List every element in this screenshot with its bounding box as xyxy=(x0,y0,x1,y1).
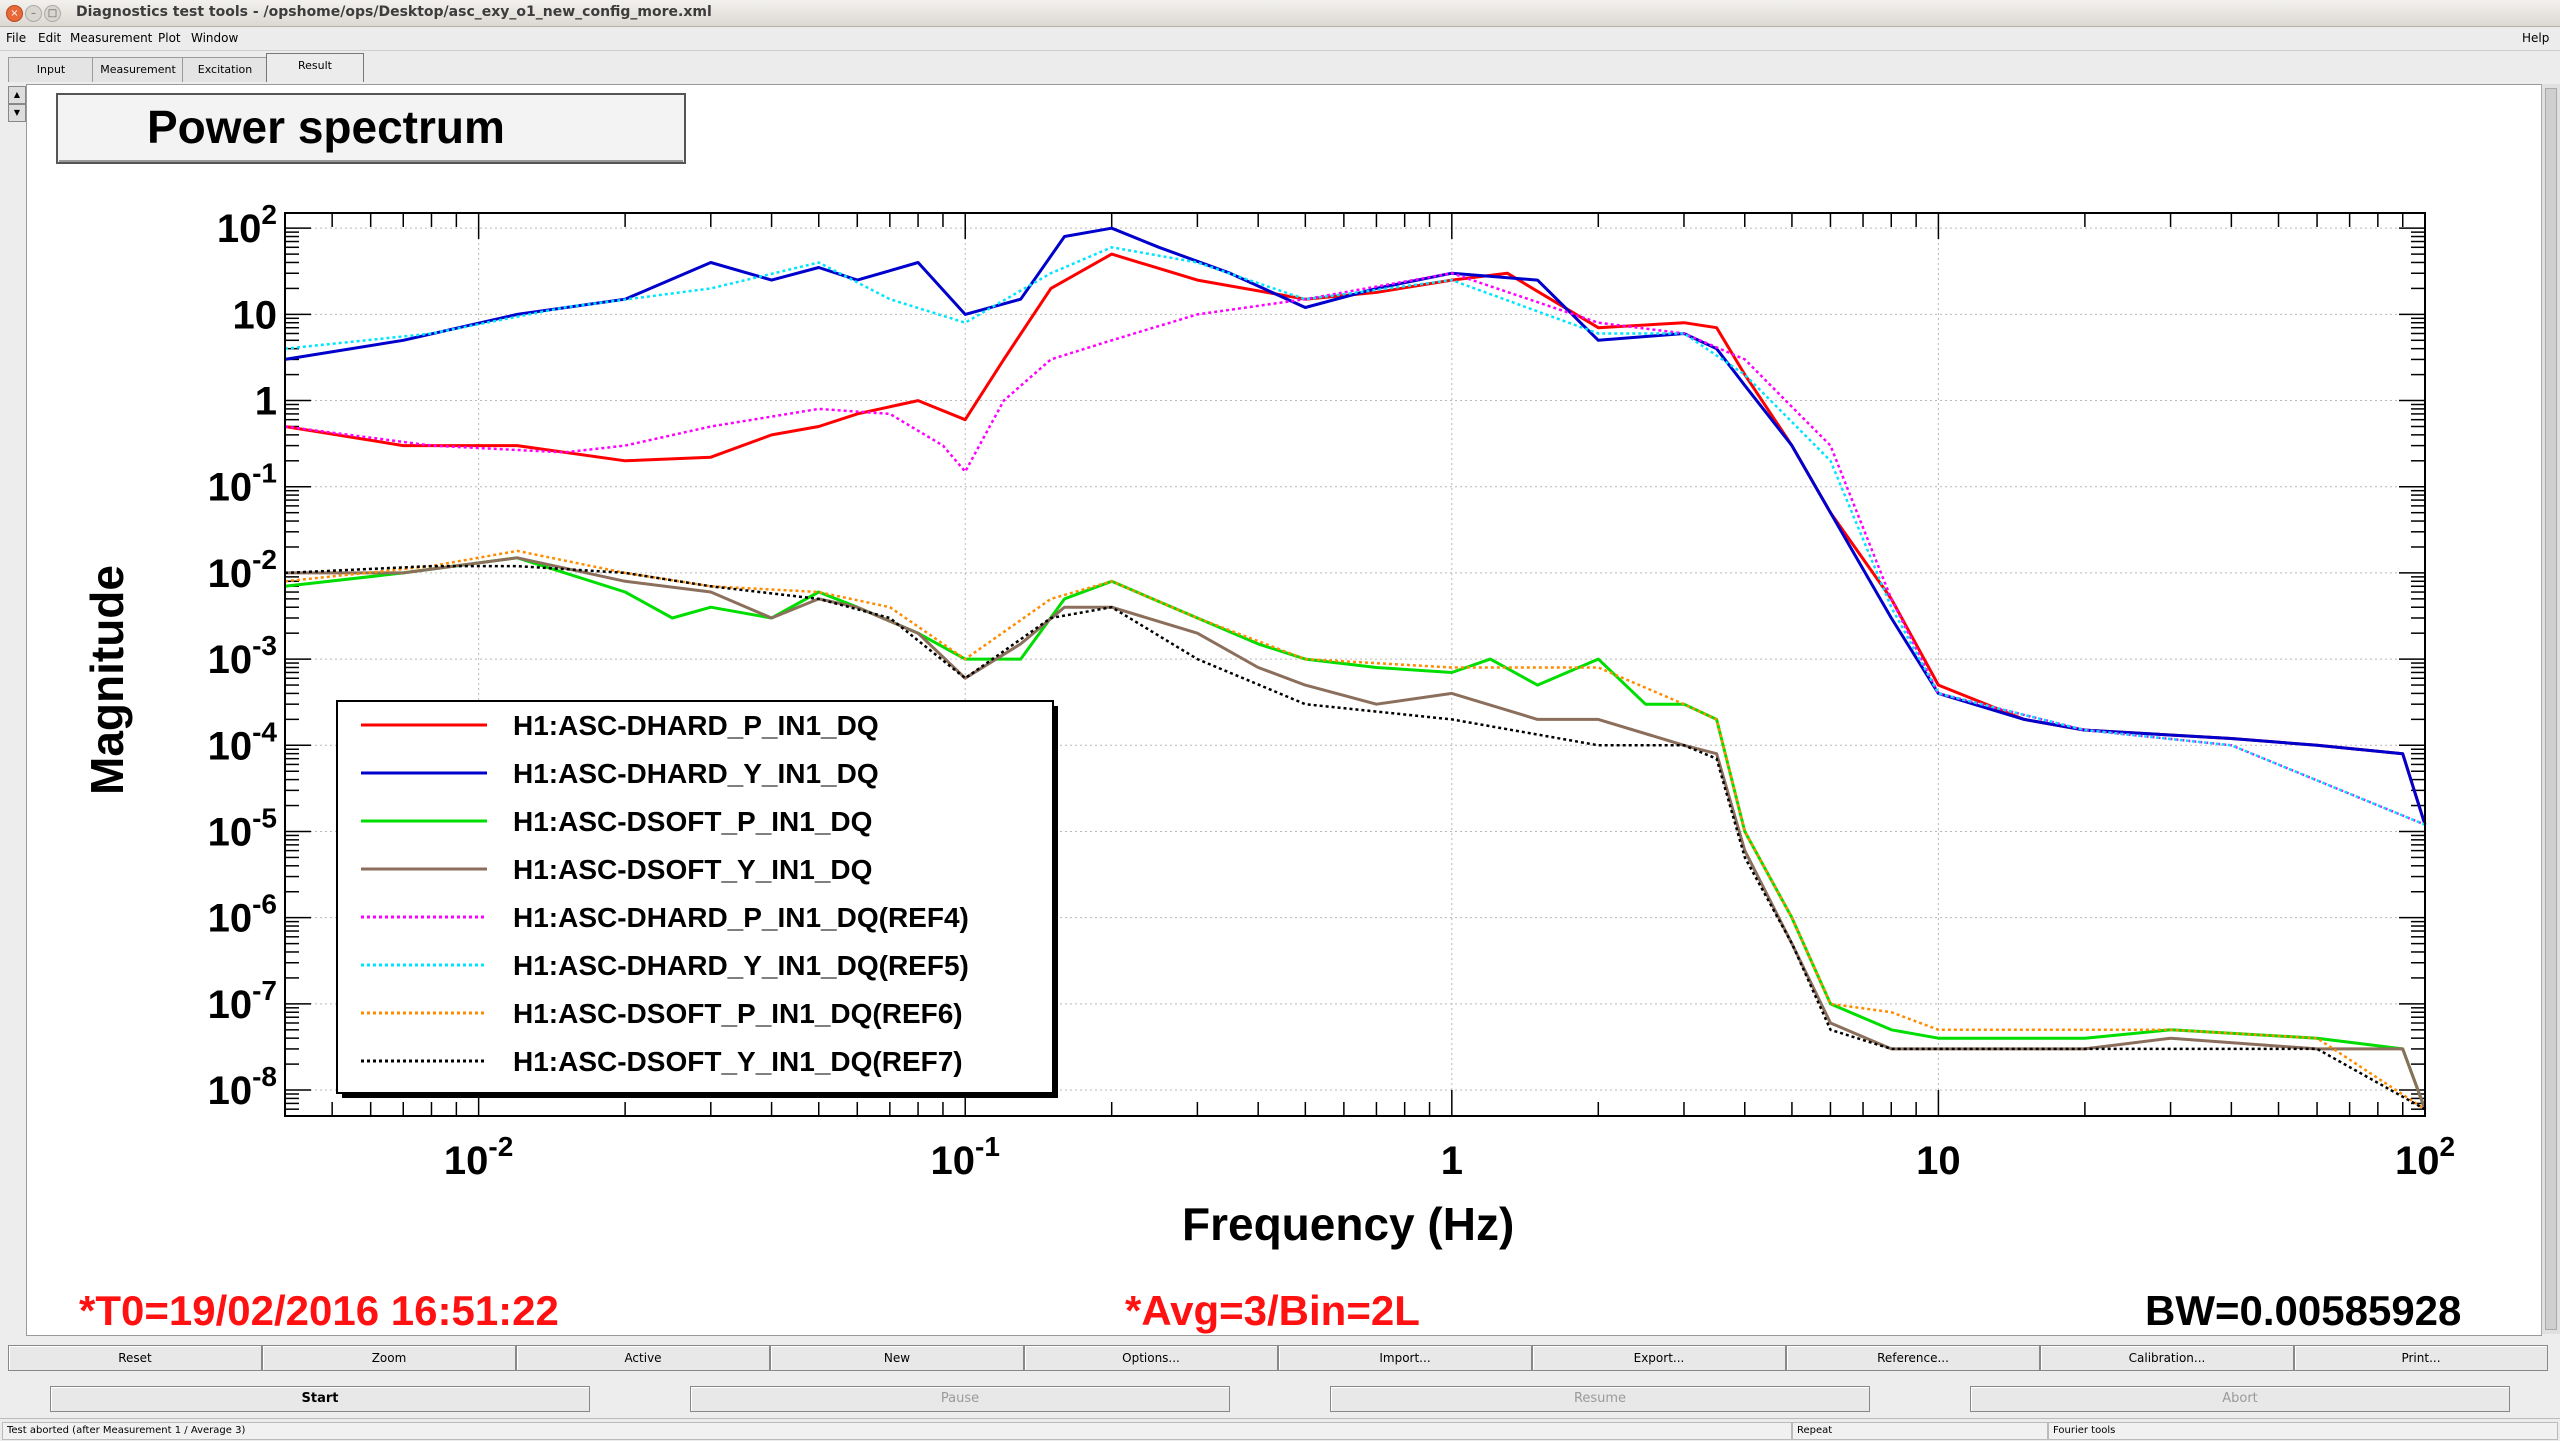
tab-measurement[interactable]: Measurement xyxy=(92,57,184,82)
y-tick-label: 10-8 xyxy=(208,1061,277,1113)
legend-entry: H1:ASC-DSOFT_Y_IN1_DQ(REF7) xyxy=(513,1046,963,1077)
y-tick-label: 10 xyxy=(233,293,278,337)
legend-entry: H1:ASC-DSOFT_P_IN1_DQ(REF6) xyxy=(513,998,963,1029)
tab-bar: Input Measurement Excitation Result xyxy=(0,51,2560,82)
minimize-window-button[interactable]: – xyxy=(25,5,42,22)
legend-entry: H1:ASC-DSOFT_Y_IN1_DQ xyxy=(513,854,872,885)
legend-entry: H1:ASC-DHARD_P_IN1_DQ xyxy=(513,710,879,741)
y-tick-label: 102 xyxy=(217,199,277,251)
start-button[interactable]: Start xyxy=(50,1386,590,1412)
status-bar: Test aborted (after Measurement 1 / Aver… xyxy=(0,1418,2560,1441)
chart-title-box: Power spectrum xyxy=(56,93,686,164)
scroll-down-arrow-icon[interactable]: ▼ xyxy=(8,104,26,122)
calibration-button[interactable]: Calibration... xyxy=(2040,1345,2294,1371)
import-button[interactable]: Import... xyxy=(1278,1345,1532,1371)
new-button[interactable]: New xyxy=(770,1345,1024,1371)
t0-label: *T0=19/02/2016 16:51:22 xyxy=(79,1287,559,1334)
zoom-button[interactable]: Zoom xyxy=(262,1345,516,1371)
close-window-button[interactable]: × xyxy=(6,5,23,22)
menu-edit[interactable]: Edit xyxy=(38,31,61,45)
y-tick-label: 10-3 xyxy=(208,630,277,682)
tab-result[interactable]: Result xyxy=(266,53,364,82)
scroll-up-arrow-icon[interactable]: ▲ xyxy=(8,86,26,104)
tab-excitation[interactable]: Excitation xyxy=(182,57,268,82)
window-titlebar: × – □ Diagnostics test tools - /opshome/… xyxy=(0,0,2560,27)
x-axis-label: Frequency (Hz) xyxy=(1182,1198,1514,1250)
y-tick-label: 10-1 xyxy=(208,458,277,510)
x-tick-label: 10 xyxy=(1916,1139,1961,1183)
pause-button[interactable]: Pause xyxy=(690,1386,1230,1412)
menu-file[interactable]: File xyxy=(6,31,26,45)
abort-button[interactable]: Abort xyxy=(1970,1386,2510,1412)
x-tick-label: 102 xyxy=(2395,1131,2455,1183)
maximize-window-button[interactable]: □ xyxy=(44,5,61,22)
legend: H1:ASC-DHARD_P_IN1_DQ H1:ASC-DHARD_Y_IN1_… xyxy=(336,700,1058,1098)
menu-measurement[interactable]: Measurement xyxy=(70,31,152,45)
menu-bar: File Edit Measurement Plot Window Help xyxy=(0,27,2560,51)
vertical-scrollbar-thumb[interactable] xyxy=(2545,88,2557,1330)
plot-controls: Reset Zoom Active New Options... Import.… xyxy=(8,1345,2558,1371)
reset-button[interactable]: Reset xyxy=(8,1345,262,1371)
status-mode: Repeat xyxy=(1792,1422,2048,1440)
bandwidth-label: BW=0.00585928 xyxy=(2145,1287,2461,1334)
avg-bin-label: *Avg=3/Bin=2L xyxy=(1125,1287,1420,1334)
options-button[interactable]: Options... xyxy=(1024,1345,1278,1371)
measurement-controls: Start Pause Resume Abort xyxy=(0,1386,2560,1414)
legend-entry: H1:ASC-DHARD_Y_IN1_DQ xyxy=(513,758,879,789)
legend-entry: H1:ASC-DHARD_Y_IN1_DQ(REF5) xyxy=(513,950,969,981)
tab-input[interactable]: Input xyxy=(8,57,94,82)
menu-plot[interactable]: Plot xyxy=(158,31,181,45)
y-tick-label: 10-6 xyxy=(208,889,277,941)
print-button[interactable]: Print... xyxy=(2294,1345,2548,1371)
window-title: Diagnostics test tools - /opshome/ops/De… xyxy=(76,4,712,20)
legend-entry: H1:ASC-DSOFT_P_IN1_DQ xyxy=(513,806,872,837)
x-tick-label: 10-1 xyxy=(931,1131,1000,1183)
chart-title: Power spectrum xyxy=(147,101,505,153)
resume-button[interactable]: Resume xyxy=(1330,1386,1870,1412)
y-tick-label: 10-4 xyxy=(208,716,278,768)
y-tick-label: 1 xyxy=(255,380,277,424)
y-axis-label: Magnitude xyxy=(81,565,133,795)
legend-entry: H1:ASC-DHARD_P_IN1_DQ(REF4) xyxy=(513,902,969,933)
menu-window[interactable]: Window xyxy=(191,31,238,45)
status-tool: Fourier tools xyxy=(2048,1422,2558,1440)
y-tick-label: 10-5 xyxy=(208,802,277,854)
status-message: Test aborted (after Measurement 1 / Aver… xyxy=(2,1422,1792,1440)
power-spectrum-chart[interactable]: Power spectrum 10-2 10-1 1 10 102 10-8 10-7 10-… xyxy=(27,85,2541,1335)
reference-button[interactable]: Reference... xyxy=(1786,1345,2040,1371)
y-tick-label: 10-7 xyxy=(208,975,277,1027)
x-tick-label: 10-2 xyxy=(444,1131,513,1183)
plot-canvas[interactable]: Power spectrum 10-2 10-1 1 10 102 10-8 10-7 10-… xyxy=(26,84,2542,1336)
x-tick-label: 1 xyxy=(1441,1139,1463,1183)
export-button[interactable]: Export... xyxy=(1532,1345,1786,1371)
active-button[interactable]: Active xyxy=(516,1345,770,1371)
y-tick-label: 10-2 xyxy=(208,544,277,596)
menu-help[interactable]: Help xyxy=(2522,31,2549,45)
